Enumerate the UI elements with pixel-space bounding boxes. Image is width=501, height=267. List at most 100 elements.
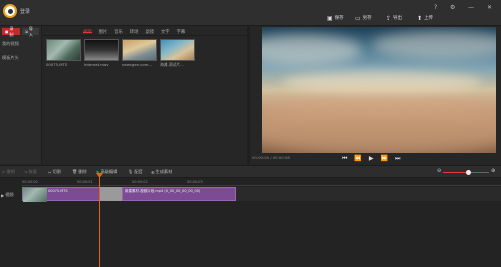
save-as-button-label: 另存 — [362, 16, 372, 21]
merge-icon: ⊕ — [151, 169, 155, 175]
ruler-tick: 00:00:02 — [132, 180, 148, 184]
media-item-name: 00075.MTS — [46, 62, 68, 67]
sidebar: ● 录制 ⇲ 导入 我的视频 模板片头 — [0, 26, 42, 164]
undo-label: 撤销 — [6, 169, 15, 174]
undo-button[interactable]: ↶ 撤销 — [2, 169, 15, 175]
clip-label: 新建素材-视频片段.mp4 (0_00_00_00_00_00) — [125, 189, 201, 193]
save-button-label: 保存 — [334, 16, 344, 21]
import-button-label: 导入 — [28, 25, 33, 37]
cloud-shape — [372, 31, 496, 59]
preview-timecode: 00:00:00 / 00:00:56 — [252, 155, 290, 160]
timeline-clip[interactable]: 00075.MTS — [22, 187, 100, 202]
media-item[interactable]: 海滩.测试片... — [160, 39, 195, 68]
library-tabs: 视频 图片 音乐 转场 滤镜 文字 字幕 — [43, 26, 247, 36]
media-item[interactable]: newcgen.com... — [122, 39, 157, 68]
help-icon[interactable]: ? — [434, 4, 437, 11]
play-icon[interactable]: ▶ — [369, 155, 374, 163]
media-thumbnail — [160, 39, 195, 61]
skip-end-icon[interactable]: ⏭ — [395, 155, 400, 163]
tab-transition[interactable]: 转场 — [130, 29, 139, 35]
tab-image[interactable]: 图片 — [99, 29, 108, 35]
skip-start-icon[interactable]: ⏮ — [342, 155, 347, 163]
cut-icon: ✂ — [48, 169, 52, 175]
clip-thumbnail — [23, 188, 47, 202]
ruler-tick: 00:00:00 — [22, 180, 38, 184]
export-button[interactable]: ⇪ 导出 — [386, 14, 402, 22]
playback-controls: ⏮ ⏪ ▶ ⏩ ⏭ — [342, 155, 400, 163]
record-button-label: 录制 — [9, 25, 14, 37]
video-editor-window: 登录 ▣ 保存 ▭ 另存 ⇪ 导出 ⬆ 上传 ? ⚙ — ✕ ● 录制 ⇲ 导入… — [0, 0, 501, 267]
video-track: 00075.MTS 新建素材-视频片段.mp4 (0_00_00_00_00_0… — [22, 187, 501, 202]
media-thumbnail — [46, 39, 81, 61]
minimize-icon[interactable]: — — [468, 4, 474, 11]
media-item-name: newcgen.com... — [122, 62, 153, 67]
cut-label: 切割 — [52, 169, 61, 174]
media-item-name: 海滩.测试片... — [160, 62, 184, 67]
media-grid: 00075.MTS Internet.mov newcgen.com... 海滩… — [43, 36, 247, 71]
delete-button[interactable]: 🗑 删除 — [72, 169, 87, 175]
ruler-tick: 00:00:03 — [187, 180, 203, 184]
timeline-clip-transition[interactable] — [100, 187, 122, 201]
preview-panel: 00:00:00 / 00:00:56 ⏮ ⏪ ▶ ⏩ ⏭ — [250, 26, 501, 164]
video-track-icon: ▶ — [1, 192, 5, 198]
delete-icon: 🗑 — [72, 169, 78, 174]
track-label: 视频 — [5, 192, 14, 197]
cloud-shape — [262, 97, 496, 153]
generate-asset-label: 生成素材 — [155, 169, 173, 174]
zoom-handle[interactable] — [465, 169, 471, 175]
media-item[interactable]: 00075.MTS — [46, 39, 81, 68]
voiceover-label: 配音 — [134, 169, 143, 174]
import-icon: ⇲ — [24, 29, 28, 34]
tab-video[interactable]: 视频 — [83, 29, 92, 35]
sidebar-item-my-videos[interactable]: 我的视频 — [0, 37, 41, 51]
record-icon: ● — [5, 29, 9, 34]
zoom-out-icon[interactable]: ⊖ — [437, 168, 441, 174]
tab-subtitle[interactable]: 字幕 — [177, 29, 186, 35]
tab-filter[interactable]: 滤镜 — [145, 29, 154, 35]
close-icon[interactable]: ✕ — [487, 4, 492, 11]
delete-label: 删除 — [78, 169, 87, 174]
cut-button[interactable]: ✂ 切割 — [48, 169, 61, 175]
login-link[interactable]: 登录 — [20, 8, 30, 15]
sidebar-item-templates[interactable]: 模板片头 — [0, 51, 41, 65]
media-thumbnail — [84, 39, 119, 61]
track-header-video: ▶ 视频 — [0, 188, 22, 202]
tab-music[interactable]: 音乐 — [114, 29, 123, 35]
zoom-in-icon[interactable]: ⊕ — [491, 168, 495, 174]
timeline-clip[interactable]: 新建素材-视频片段.mp4 (0_00_00_00_00_00) — [122, 187, 236, 201]
title-bar: 登录 ▣ 保存 ▭ 另存 ⇪ 导出 ⬆ 上传 ? ⚙ — ✕ — [0, 0, 501, 26]
timeline: 00:00:00 00:00:01 00:00:02 00:00:03 ▶ 视频… — [0, 178, 501, 267]
upload-button-label: 上传 — [424, 16, 434, 21]
media-item[interactable]: Internet.mov — [84, 39, 119, 68]
zoom-slider[interactable]: ⊖ ⊕ — [437, 168, 495, 175]
undo-icon: ↶ — [2, 169, 6, 175]
record-button[interactable]: ● 录制 — [2, 25, 20, 37]
clip-label: 00075.MTS — [48, 189, 68, 193]
mic-icon: 🎙 — [128, 169, 134, 174]
zoom-fill — [443, 171, 469, 173]
tab-text[interactable]: 文字 — [161, 29, 170, 35]
generate-asset-button[interactable]: ⊕ 生成素材 — [151, 169, 172, 175]
export-icon: ⇪ — [386, 14, 392, 22]
save-button[interactable]: ▣ 保存 — [327, 14, 344, 22]
step-forward-icon[interactable]: ⏩ — [381, 155, 388, 163]
settings-icon[interactable]: ⚙ — [450, 4, 455, 11]
media-thumbnail — [122, 39, 157, 61]
cloud-shape — [282, 71, 482, 93]
app-logo-icon[interactable] — [3, 4, 17, 18]
step-back-icon[interactable]: ⏪ — [354, 155, 361, 163]
folder-icon: ▭ — [355, 14, 361, 22]
playhead[interactable] — [99, 174, 100, 267]
upload-button[interactable]: ⬆ 上传 — [417, 14, 433, 22]
edit-toolbar: ↶ 撤销 ↷ 恢复 ✂ 切割 🗑 删除 ✎ 高级编辑 🎙 配音 ⊕ 生成素材 ⊖ — [0, 165, 501, 178]
sidebar-actions: ● 录制 ⇲ 导入 — [0, 26, 41, 37]
voiceover-button[interactable]: 🎙 配音 — [128, 169, 143, 175]
save-as-button[interactable]: ▭ 另存 — [355, 14, 372, 22]
time-ruler[interactable]: 00:00:00 00:00:01 00:00:02 00:00:03 — [22, 178, 501, 186]
redo-button[interactable]: ↷ 恢复 — [24, 169, 37, 175]
video-preview — [262, 27, 496, 153]
upload-icon: ⬆ — [417, 14, 423, 22]
import-button[interactable]: ⇲ 导入 — [21, 25, 39, 37]
media-library: 视频 图片 音乐 转场 滤镜 文字 字幕 00075.MTS Internet.… — [43, 26, 247, 164]
redo-icon: ↷ — [24, 169, 28, 175]
